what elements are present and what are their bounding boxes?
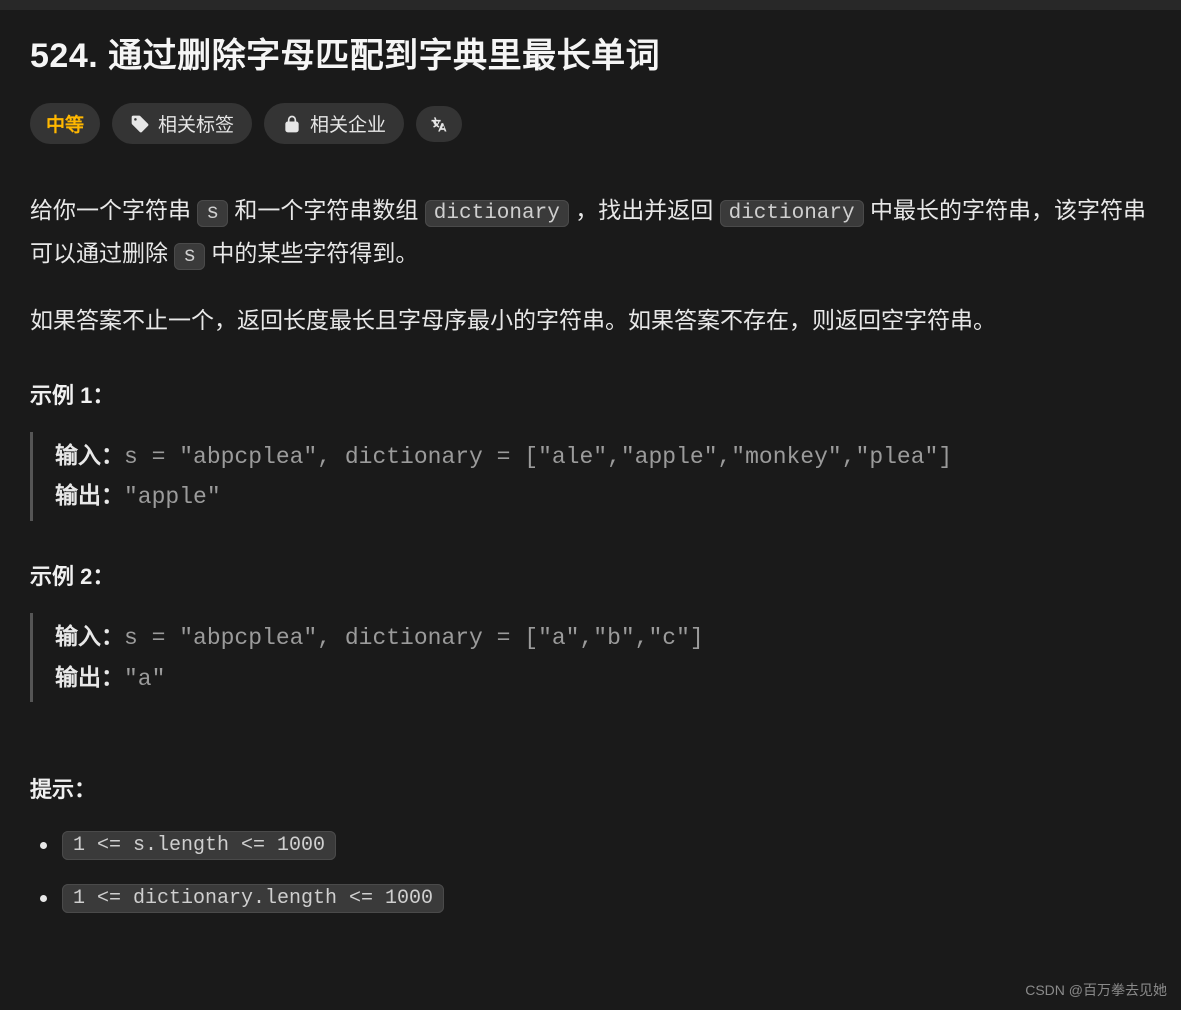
problem-content: 524. 通过删除字母匹配到字典里最长单词 中等 相关标签 相关企业 给你一个字… xyxy=(0,10,1181,910)
example-2-heading: 示例 2： xyxy=(30,559,1151,591)
example-2-block: 输入：s = "abpcplea", dictionary = ["a","b"… xyxy=(30,613,1151,702)
window-topbar xyxy=(0,0,1181,10)
watermark: CSDN @百万拳去见她 xyxy=(1025,980,1167,1000)
description-p1: 给你一个字符串 s 和一个字符串数组 dictionary ，找出并返回 dic… xyxy=(30,190,1151,276)
tag-icon xyxy=(130,114,150,134)
problem-description: 给你一个字符串 s 和一个字符串数组 dictionary ，找出并返回 dic… xyxy=(30,190,1151,340)
difficulty-badge[interactable]: 中等 xyxy=(30,103,100,144)
example-1-heading: 示例 1： xyxy=(30,378,1151,410)
example-2: 示例 2： 输入：s = "abpcplea", dictionary = ["… xyxy=(30,559,1151,702)
tags-chip[interactable]: 相关标签 xyxy=(112,103,252,144)
code-s-2: s xyxy=(174,243,205,270)
code-s: s xyxy=(197,200,228,227)
lock-icon xyxy=(282,114,302,134)
example-1: 示例 1： 输入：s = "abpcplea", dictionary = ["… xyxy=(30,378,1151,521)
constraints-list: 1 <= s.length <= 1000 1 <= dictionary.le… xyxy=(30,830,1151,910)
example-1-block: 输入：s = "abpcplea", dictionary = ["ale","… xyxy=(30,432,1151,521)
companies-chip[interactable]: 相关企业 xyxy=(264,103,404,144)
code-dictionary-2: dictionary xyxy=(720,200,864,227)
constraint-item: 1 <= s.length <= 1000 xyxy=(36,830,1151,857)
tags-chip-label: 相关标签 xyxy=(158,110,234,137)
hints-heading: 提示： xyxy=(30,772,1151,804)
description-p2: 如果答案不止一个，返回长度最长且字母序最小的字符串。如果答案不存在，则返回空字符… xyxy=(30,300,1151,340)
translate-chip[interactable] xyxy=(416,106,462,142)
problem-title: 524. 通过删除字母匹配到字典里最长单词 xyxy=(30,28,1151,77)
code-dictionary: dictionary xyxy=(425,200,569,227)
translate-icon xyxy=(429,114,449,134)
meta-chips: 中等 相关标签 相关企业 xyxy=(30,103,1151,144)
constraint-item: 1 <= dictionary.length <= 1000 xyxy=(36,883,1151,910)
companies-chip-label: 相关企业 xyxy=(310,110,386,137)
